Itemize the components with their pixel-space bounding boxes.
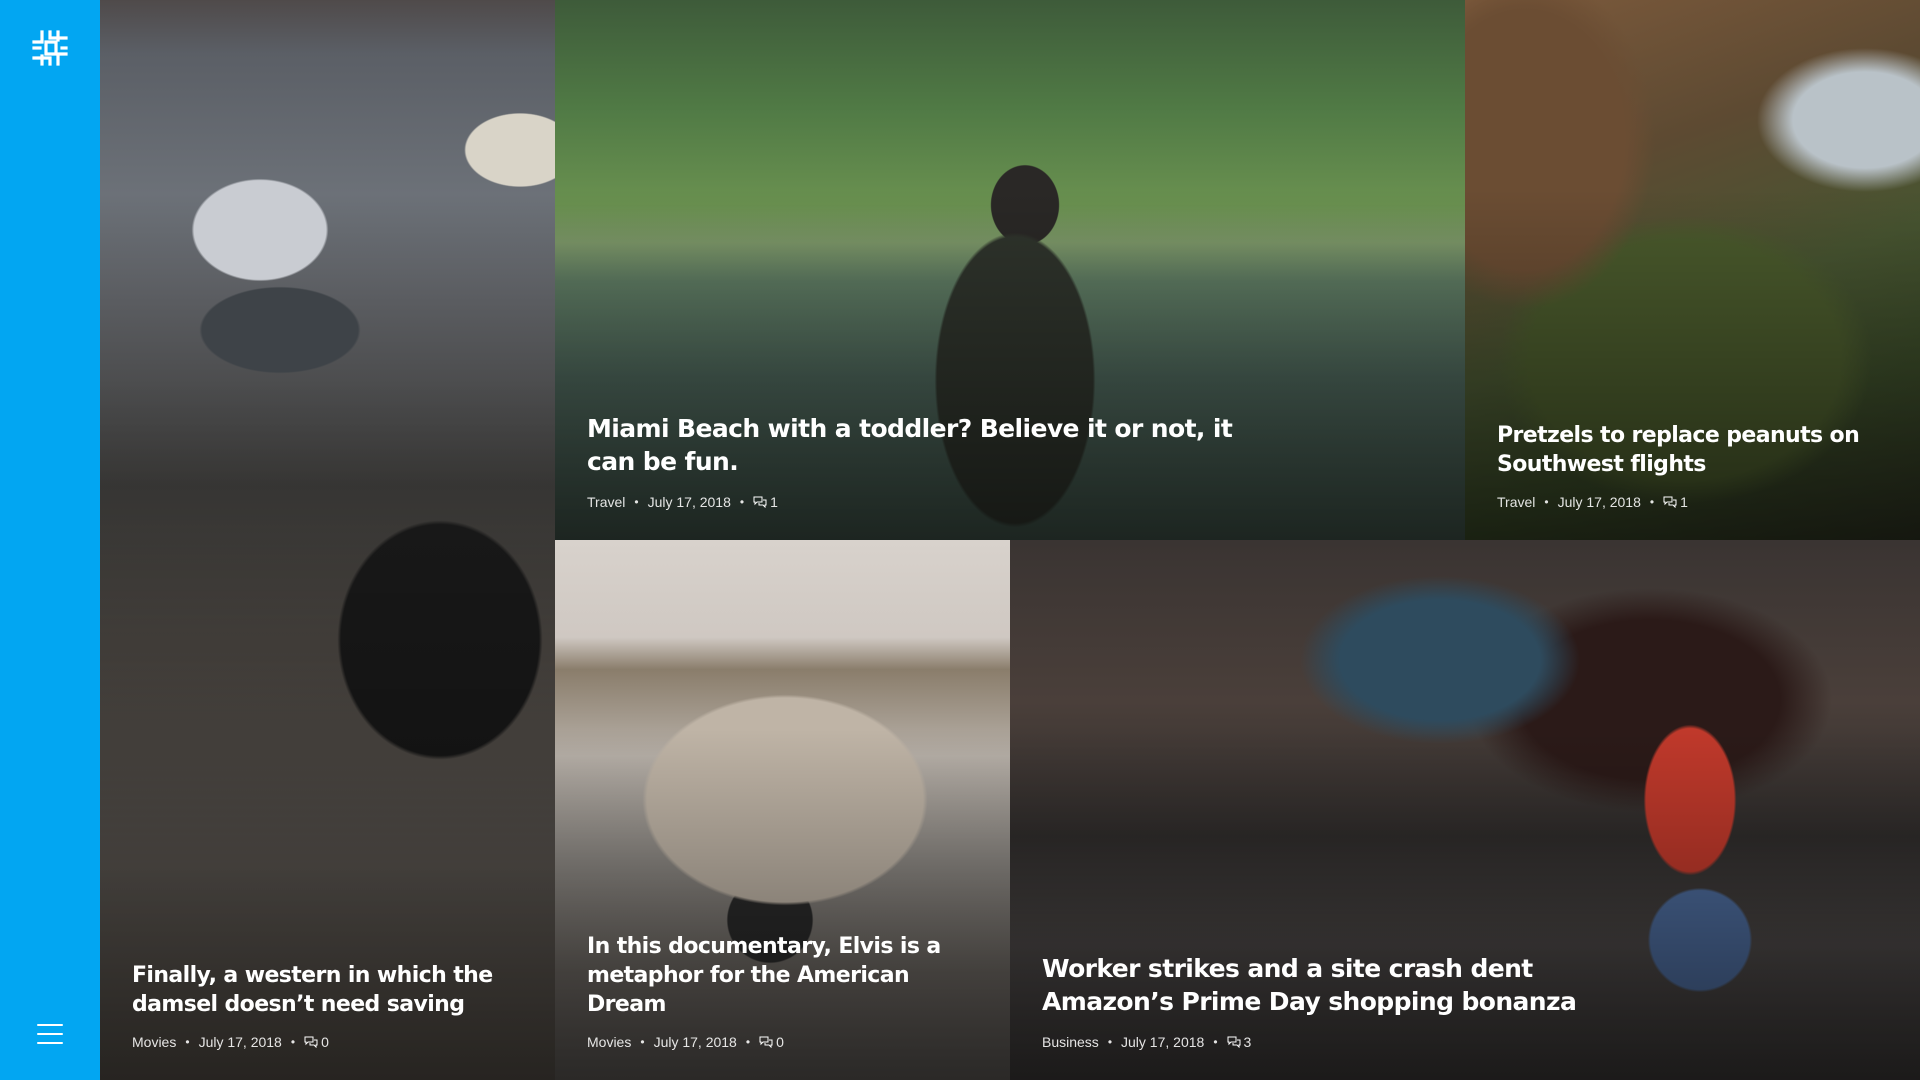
menu-line (37, 1042, 63, 1044)
comment-count-value: 0 (321, 1034, 329, 1050)
grid-hash-logo-icon (30, 28, 70, 68)
site-logo[interactable] (30, 28, 70, 68)
comment-count-value: 0 (776, 1034, 784, 1050)
post-date: July 17, 2018 (1121, 1034, 1204, 1050)
meta-separator: • (1650, 495, 1654, 509)
post-category[interactable]: Movies (587, 1034, 631, 1050)
post-category[interactable]: Travel (1497, 494, 1535, 510)
comment-count[interactable]: 1 (1663, 494, 1688, 510)
post-meta: Movies • July 17, 2018 • 0 (132, 1034, 523, 1050)
meta-separator: • (291, 1035, 295, 1049)
post-title[interactable]: Worker strikes and a site crash dent Ama… (1042, 952, 1670, 1018)
meta-separator: • (740, 495, 744, 509)
comment-count[interactable]: 0 (759, 1034, 784, 1050)
post-content: Miami Beach with a toddler? Believe it o… (587, 412, 1265, 510)
meta-separator: • (185, 1035, 189, 1049)
comment-icon (1227, 1036, 1241, 1048)
post-grid: Finally, a western in which the damsel d… (100, 0, 1920, 1080)
post-content: In this documentary, Elvis is a metaphor… (587, 932, 978, 1050)
post-meta: Movies • July 17, 2018 • 0 (587, 1034, 978, 1050)
post-date: July 17, 2018 (654, 1034, 737, 1050)
post-date: July 17, 2018 (648, 494, 731, 510)
post-content: Worker strikes and a site crash dent Ama… (1042, 952, 1670, 1050)
meta-separator: • (1108, 1035, 1112, 1049)
comment-count[interactable]: 3 (1227, 1034, 1252, 1050)
meta-separator: • (640, 1035, 644, 1049)
comment-count[interactable]: 0 (304, 1034, 329, 1050)
comment-icon (304, 1036, 318, 1048)
post-card[interactable]: In this documentary, Elvis is a metaphor… (555, 540, 1010, 1080)
post-category[interactable]: Travel (587, 494, 625, 510)
comment-count-value: 1 (1680, 494, 1688, 510)
post-meta: Travel • July 17, 2018 • 1 (587, 494, 1265, 510)
post-meta: Business • July 17, 2018 • 3 (1042, 1034, 1670, 1050)
comment-icon (759, 1036, 773, 1048)
post-title[interactable]: In this documentary, Elvis is a metaphor… (587, 932, 978, 1019)
post-category[interactable]: Movies (132, 1034, 176, 1050)
post-content: Pretzels to replace peanuts on Southwest… (1497, 421, 1888, 510)
post-date: July 17, 2018 (199, 1034, 282, 1050)
meta-separator: • (634, 495, 638, 509)
post-card[interactable]: Worker strikes and a site crash dent Ama… (1010, 540, 1920, 1080)
meta-separator: • (746, 1035, 750, 1049)
image-overlay (100, 0, 555, 1080)
comment-count[interactable]: 1 (753, 494, 778, 510)
menu-line (37, 1033, 63, 1035)
post-title[interactable]: Pretzels to replace peanuts on Southwest… (1497, 421, 1888, 479)
post-card[interactable]: Finally, a western in which the damsel d… (100, 0, 555, 1080)
meta-separator: • (1213, 1035, 1217, 1049)
comment-count-value: 3 (1244, 1034, 1252, 1050)
post-date: July 17, 2018 (1558, 494, 1641, 510)
post-title[interactable]: Finally, a western in which the damsel d… (132, 961, 523, 1019)
meta-separator: • (1544, 495, 1548, 509)
post-title[interactable]: Miami Beach with a toddler? Believe it o… (587, 412, 1265, 478)
hamburger-menu-icon[interactable] (37, 1024, 63, 1044)
comment-icon (1663, 496, 1677, 508)
post-category[interactable]: Business (1042, 1034, 1099, 1050)
post-card[interactable]: Pretzels to replace peanuts on Southwest… (1465, 0, 1920, 540)
sidebar (0, 0, 100, 1080)
post-meta: Travel • July 17, 2018 • 1 (1497, 494, 1888, 510)
menu-line (37, 1024, 63, 1026)
post-card[interactable]: Miami Beach with a toddler? Believe it o… (555, 0, 1465, 540)
comment-count-value: 1 (770, 494, 778, 510)
comment-icon (753, 496, 767, 508)
post-content: Finally, a western in which the damsel d… (132, 961, 523, 1050)
